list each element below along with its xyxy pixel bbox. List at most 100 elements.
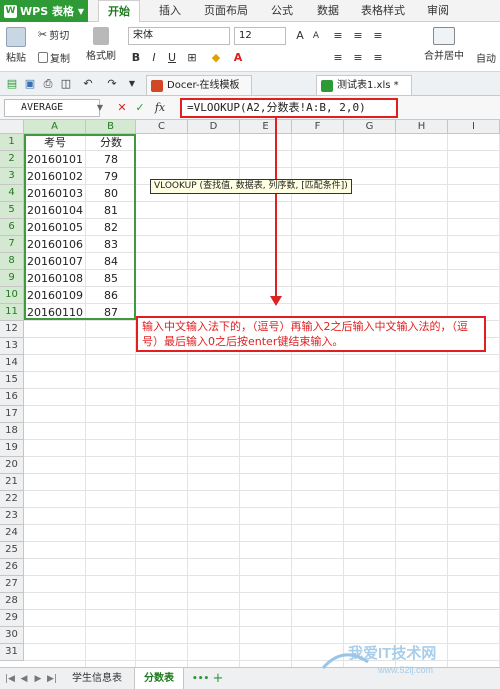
row-header[interactable]: 9 bbox=[0, 270, 24, 287]
row-header[interactable]: 16 bbox=[0, 389, 24, 406]
tab-table-style[interactable]: 表格样式 bbox=[354, 0, 412, 22]
row-header[interactable]: 4 bbox=[0, 185, 24, 202]
next-sheet-icon[interactable]: ▶ bbox=[32, 672, 44, 686]
table-cell[interactable]: 20160107 bbox=[24, 253, 86, 270]
column-header[interactable]: C bbox=[136, 120, 188, 134]
decrease-font-icon[interactable]: A bbox=[308, 28, 324, 44]
underline-button[interactable]: U bbox=[164, 50, 180, 66]
border-icon[interactable]: ⊞ bbox=[184, 50, 200, 66]
row-header[interactable]: 11 bbox=[0, 304, 24, 321]
select-all-corner[interactable] bbox=[0, 120, 24, 134]
row-header[interactable]: 21 bbox=[0, 474, 24, 491]
row-header[interactable]: 8 bbox=[0, 253, 24, 270]
print-icon[interactable]: ⎙ bbox=[40, 76, 56, 92]
bold-button[interactable]: B bbox=[128, 50, 144, 66]
row-header[interactable]: 15 bbox=[0, 372, 24, 389]
row-header[interactable]: 7 bbox=[0, 236, 24, 253]
column-header[interactable]: E bbox=[240, 120, 292, 134]
table-cell[interactable]: 20160104 bbox=[24, 202, 86, 219]
table-cell[interactable]: 84 bbox=[86, 253, 136, 270]
preview-icon[interactable]: ◫ bbox=[58, 76, 74, 92]
column-header[interactable]: A bbox=[24, 120, 86, 134]
formula-input[interactable]: =VLOOKUP(A2,分数表!A:B, 2,0) bbox=[180, 98, 398, 118]
table-cell[interactable]: 20160101 bbox=[24, 151, 86, 168]
header-cell[interactable]: 分数 bbox=[86, 134, 136, 151]
fill-color-icon[interactable]: ◆ bbox=[208, 50, 224, 66]
row-header[interactable]: 22 bbox=[0, 491, 24, 508]
table-cell[interactable]: 20160105 bbox=[24, 219, 86, 236]
wrap-button[interactable]: 自动 bbox=[476, 50, 496, 65]
row-header[interactable]: 24 bbox=[0, 525, 24, 542]
tab-insert[interactable]: 插入 bbox=[150, 0, 190, 22]
align-right-icon[interactable]: ≡ bbox=[370, 50, 386, 66]
font-size-select[interactable]: 12 bbox=[234, 27, 286, 45]
spreadsheet-grid[interactable]: A B C D E F G H I 1 2 3 4 5 6 7 8 9 10 11 12 13 14 15 16 17 18 19 20… bbox=[0, 120, 500, 667]
align-middle-icon[interactable]: ≡ bbox=[350, 28, 366, 44]
font-name-select[interactable]: 宋体 bbox=[128, 27, 230, 45]
row-header[interactable]: 27 bbox=[0, 576, 24, 593]
font-color-icon[interactable]: A bbox=[230, 50, 246, 66]
table-cell[interactable]: 81 bbox=[86, 202, 136, 219]
column-header[interactable]: H bbox=[396, 120, 448, 134]
chevron-down-icon[interactable]: ▼ bbox=[124, 76, 140, 92]
row-header[interactable]: 25 bbox=[0, 542, 24, 559]
merge-center-button[interactable]: 合并居中 bbox=[424, 27, 464, 62]
prev-sheet-icon[interactable]: ◀ bbox=[18, 672, 30, 686]
align-center-icon[interactable]: ≡ bbox=[350, 50, 366, 66]
italic-button[interactable]: I bbox=[146, 50, 162, 66]
row-header[interactable]: 31 bbox=[0, 644, 24, 661]
tab-data[interactable]: 数据 bbox=[308, 0, 348, 22]
row-header[interactable]: 28 bbox=[0, 593, 24, 610]
sheet-tab-scores[interactable]: 分数表 bbox=[134, 668, 184, 689]
save-icon[interactable]: ▣ bbox=[22, 76, 38, 92]
cancel-icon[interactable]: ✕ bbox=[114, 100, 130, 116]
row-header[interactable]: 30 bbox=[0, 627, 24, 644]
name-box[interactable]: AVERAGE bbox=[4, 99, 100, 117]
column-header[interactable]: F bbox=[292, 120, 344, 134]
table-cell[interactable]: 87 bbox=[86, 304, 136, 321]
column-header[interactable]: I bbox=[448, 120, 500, 134]
table-cell[interactable]: 82 bbox=[86, 219, 136, 236]
confirm-icon[interactable]: ✓ bbox=[132, 100, 148, 116]
add-sheet-icon[interactable]: + bbox=[212, 672, 224, 686]
first-sheet-icon[interactable]: |◀ bbox=[4, 672, 16, 686]
copy-button[interactable]: 复制 bbox=[38, 50, 70, 65]
row-header[interactable]: 20 bbox=[0, 457, 24, 474]
row-header[interactable]: 1 bbox=[0, 134, 24, 151]
tab-formulas[interactable]: 公式 bbox=[262, 0, 302, 22]
format-painter-button[interactable]: 格式刷 bbox=[86, 27, 116, 62]
row-header[interactable]: 17 bbox=[0, 406, 24, 423]
table-cell[interactable]: 85 bbox=[86, 270, 136, 287]
align-bottom-icon[interactable]: ≡ bbox=[370, 28, 386, 44]
tab-docer-templates[interactable]: Docer-在线模板 bbox=[146, 75, 252, 95]
row-header[interactable]: 14 bbox=[0, 355, 24, 372]
table-cell[interactable]: 80 bbox=[86, 185, 136, 202]
row-header[interactable]: 12 bbox=[0, 321, 24, 338]
row-header[interactable]: 26 bbox=[0, 559, 24, 576]
table-cell[interactable]: 20160103 bbox=[24, 185, 86, 202]
wps-menu-button[interactable]: W WPS 表格 ▼ bbox=[0, 0, 88, 22]
row-header[interactable]: 19 bbox=[0, 440, 24, 457]
increase-font-icon[interactable]: A bbox=[292, 28, 308, 44]
last-sheet-icon[interactable]: ▶| bbox=[46, 672, 58, 686]
row-header[interactable]: 6 bbox=[0, 219, 24, 236]
row-header[interactable]: 29 bbox=[0, 610, 24, 627]
new-file-icon[interactable]: ▤ bbox=[4, 76, 20, 92]
header-cell[interactable]: 考号 bbox=[24, 134, 86, 151]
align-left-icon[interactable]: ≡ bbox=[330, 50, 346, 66]
row-header[interactable]: 3 bbox=[0, 168, 24, 185]
table-cell[interactable]: 20160102 bbox=[24, 168, 86, 185]
row-header[interactable]: 23 bbox=[0, 508, 24, 525]
row-header[interactable]: 18 bbox=[0, 423, 24, 440]
table-cell[interactable]: 86 bbox=[86, 287, 136, 304]
table-cell[interactable]: 79 bbox=[86, 168, 136, 185]
row-header[interactable]: 5 bbox=[0, 202, 24, 219]
column-header[interactable]: D bbox=[188, 120, 240, 134]
table-cell[interactable]: 20160106 bbox=[24, 236, 86, 253]
column-header[interactable]: G bbox=[344, 120, 396, 134]
redo-icon[interactable]: ↷ bbox=[104, 76, 120, 92]
table-cell[interactable]: 20160108 bbox=[24, 270, 86, 287]
align-top-icon[interactable]: ≡ bbox=[330, 28, 346, 44]
table-cell[interactable]: 83 bbox=[86, 236, 136, 253]
row-header[interactable]: 2 bbox=[0, 151, 24, 168]
